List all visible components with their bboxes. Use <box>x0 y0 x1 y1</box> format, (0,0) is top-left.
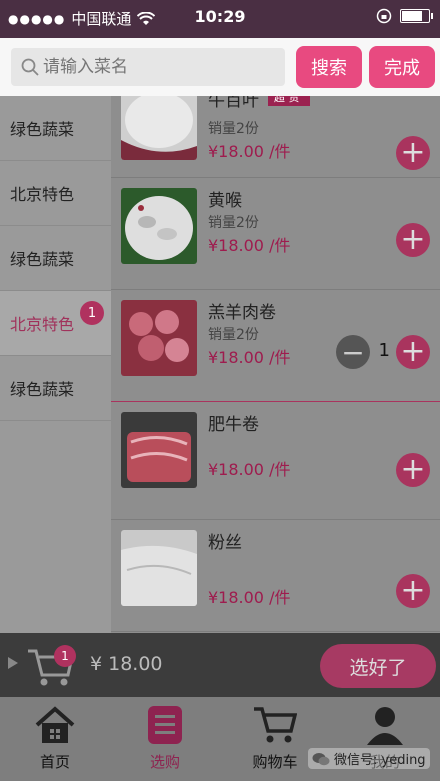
add-button[interactable]: + <box>396 335 430 369</box>
dish-name: 羔羊肉卷 <box>208 303 276 323</box>
tab-label: 选购 <box>149 753 180 771</box>
category-item[interactable]: 绿色蔬菜 <box>0 356 111 421</box>
search-field[interactable] <box>11 48 285 86</box>
dish-thumbnail <box>121 530 197 606</box>
add-button[interactable]: + <box>396 223 430 257</box>
dish-price: ¥18.00 /件 <box>208 236 291 255</box>
confirm-selection-button[interactable]: 选好了 <box>320 644 436 688</box>
dish-item: 肥牛卷 ¥18.00 /件 + <box>111 402 440 520</box>
category-badge: 1 <box>80 301 104 325</box>
clock: 10:29 <box>194 7 246 26</box>
dish-tag: 超 贵 <box>268 96 310 106</box>
search-button[interactable]: 搜索 <box>296 46 362 88</box>
user-icon <box>367 707 403 745</box>
add-button[interactable]: + <box>396 574 430 608</box>
tab-label: 购物车 <box>252 753 298 771</box>
dish-price: ¥18.00 /件 <box>208 142 291 161</box>
dish-item: 黄喉 销量2份 ¥18.00 /件 + <box>111 178 440 290</box>
cart-summary-bar: 1 ¥ 18.00 选好了 <box>0 633 440 697</box>
add-button[interactable]: + <box>396 136 430 170</box>
search-icon <box>21 58 39 76</box>
rotation-lock-icon <box>376 8 392 24</box>
tab-select[interactable]: 选购 <box>110 697 220 781</box>
dish-name: 粉丝 <box>208 533 242 553</box>
dish-item: 牛百叶 超 贵 销量2份 ¥18.00 /件 + <box>111 96 440 178</box>
tab-home[interactable]: 首页 <box>0 697 110 781</box>
dish-price: ¥18.00 /件 <box>208 588 291 607</box>
dish-thumbnail <box>121 412 197 488</box>
dish-thumbnail <box>121 300 197 376</box>
dish-sales: 销量2份 <box>208 121 259 137</box>
dish-thumbnail <box>121 188 197 264</box>
dish-price: ¥18.00 /件 <box>208 348 291 367</box>
category-sidebar: 绿色蔬菜 北京特色 绿色蔬菜 北京特色 1 绿色蔬菜 <box>0 96 111 633</box>
dish-sales: 销量2份 <box>208 327 259 343</box>
dish-name: 牛百叶 <box>208 96 259 111</box>
cart-total: ¥ 18.00 <box>90 653 163 675</box>
done-button[interactable]: 完成 <box>369 46 435 88</box>
list-icon <box>148 706 182 744</box>
home-icon <box>35 706 75 743</box>
dish-name: 肥牛卷 <box>208 415 259 435</box>
status-bar: ●●●●● 中国联通 10:29 <box>0 0 440 38</box>
search-bar: 搜索 完成 <box>0 38 440 96</box>
dish-name: 黄喉 <box>208 191 242 211</box>
battery-icon <box>400 9 433 23</box>
dish-sales: 销量2份 <box>208 215 259 231</box>
dish-price: ¥18.00 /件 <box>208 460 291 479</box>
cart-icon <box>254 707 297 743</box>
wechat-icon <box>312 752 330 765</box>
expand-arrow-icon[interactable] <box>8 657 18 669</box>
minus-button[interactable]: − <box>336 335 370 369</box>
category-item[interactable]: 北京特色 <box>0 161 111 226</box>
dish-list: 牛百叶 超 贵 销量2份 ¥18.00 /件 + 黄喉 销量2份 ¥18.00 … <box>111 96 440 633</box>
search-input[interactable] <box>43 57 263 77</box>
category-item[interactable]: 绿色蔬菜 <box>0 96 111 161</box>
cart-count-badge: 1 <box>54 645 76 667</box>
dish-item-selected: 羔羊肉卷 销量2份 ¥18.00 /件 − 1 + <box>111 290 440 402</box>
watermark: 微信号: yeding <box>308 748 430 769</box>
category-item-active[interactable]: 北京特色 1 <box>0 291 111 356</box>
add-button[interactable]: + <box>396 453 430 487</box>
tab-label: 首页 <box>39 753 70 771</box>
dish-thumbnail <box>121 96 197 160</box>
category-item[interactable]: 绿色蔬菜 <box>0 226 111 291</box>
dish-item: 粉丝 ¥18.00 /件 + <box>111 520 440 632</box>
quantity-value: 1 <box>378 340 390 361</box>
